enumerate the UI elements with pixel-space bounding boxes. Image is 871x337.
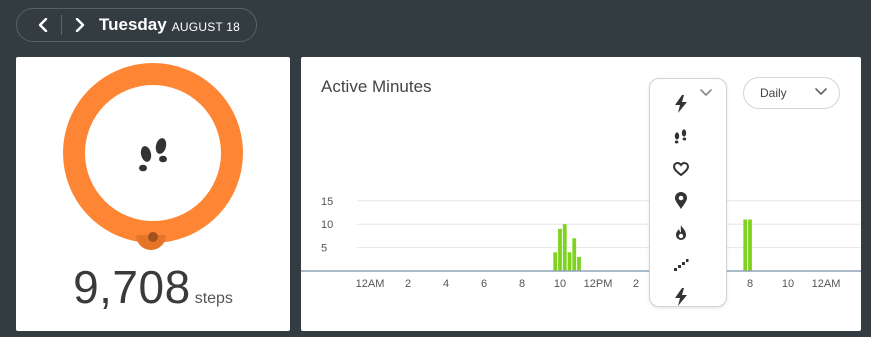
x-tick-label: 2 <box>633 278 639 290</box>
active-minutes-card: Active Minutes 1510512AM24681012PM246810… <box>301 57 861 331</box>
metric-active-minutes[interactable] <box>670 286 692 308</box>
lightning-icon <box>675 95 687 113</box>
period-select[interactable]: Daily <box>743 77 840 109</box>
metric-dropdown[interactable] <box>649 78 727 307</box>
flame-icon <box>676 225 686 240</box>
chevron-right-icon <box>75 18 85 32</box>
y-tick-label: 10 <box>321 219 333 231</box>
chart-bar <box>577 256 581 271</box>
previous-day-button[interactable] <box>31 12 57 38</box>
steps-count: 9,708 steps <box>16 260 290 314</box>
y-tick-label: 15 <box>321 196 333 208</box>
metric-distance[interactable] <box>670 190 692 212</box>
metric-calories[interactable] <box>670 222 692 244</box>
location-pin-icon <box>675 192 687 209</box>
divider <box>61 15 62 35</box>
chart-bar <box>567 252 572 271</box>
date-label: AUGUST 18 <box>171 19 240 34</box>
steps-value: 9,708 <box>73 261 191 313</box>
x-tick-label: 10 <box>554 278 566 290</box>
footprints-icon <box>139 138 167 172</box>
period-select-value: Daily <box>760 86 787 100</box>
x-tick-label: 8 <box>747 278 753 290</box>
heart-icon <box>673 162 689 176</box>
metric-floors[interactable] <box>670 254 692 276</box>
x-tick-label: 10 <box>782 278 794 290</box>
next-day-button[interactable] <box>66 12 92 38</box>
day-label: Tuesday <box>99 15 167 34</box>
chart-bar <box>562 224 567 271</box>
metric-selected-lightning[interactable] <box>670 93 692 115</box>
chart-bar <box>743 219 748 271</box>
x-tick-label: 12AM <box>356 278 385 290</box>
chart-bar <box>572 238 577 271</box>
x-tick-label: 2 <box>405 278 411 290</box>
chart-bar <box>748 219 752 271</box>
chevron-down-icon[interactable] <box>700 89 712 97</box>
stairs-icon <box>674 259 689 271</box>
chart-bar <box>553 252 558 271</box>
lightning-icon <box>675 288 687 306</box>
chevron-down-icon <box>815 88 827 95</box>
chart-bar <box>558 228 562 271</box>
steps-card[interactable]: 9,708 steps <box>16 57 290 331</box>
x-tick-label: 12PM <box>584 278 613 290</box>
steps-unit: steps <box>194 290 233 307</box>
x-tick-label: 8 <box>519 278 525 290</box>
metric-heart-rate[interactable] <box>670 158 692 180</box>
x-tick-label: 12AM <box>812 278 841 290</box>
date-navigator: Tuesday AUGUST 18 <box>16 8 257 42</box>
x-tick-label: 6 <box>481 278 487 290</box>
metric-steps[interactable] <box>670 126 692 148</box>
y-tick-label: 5 <box>321 243 327 255</box>
x-tick-label: 4 <box>443 278 449 290</box>
footprints-icon <box>674 129 687 144</box>
chevron-left-icon <box>38 18 48 32</box>
